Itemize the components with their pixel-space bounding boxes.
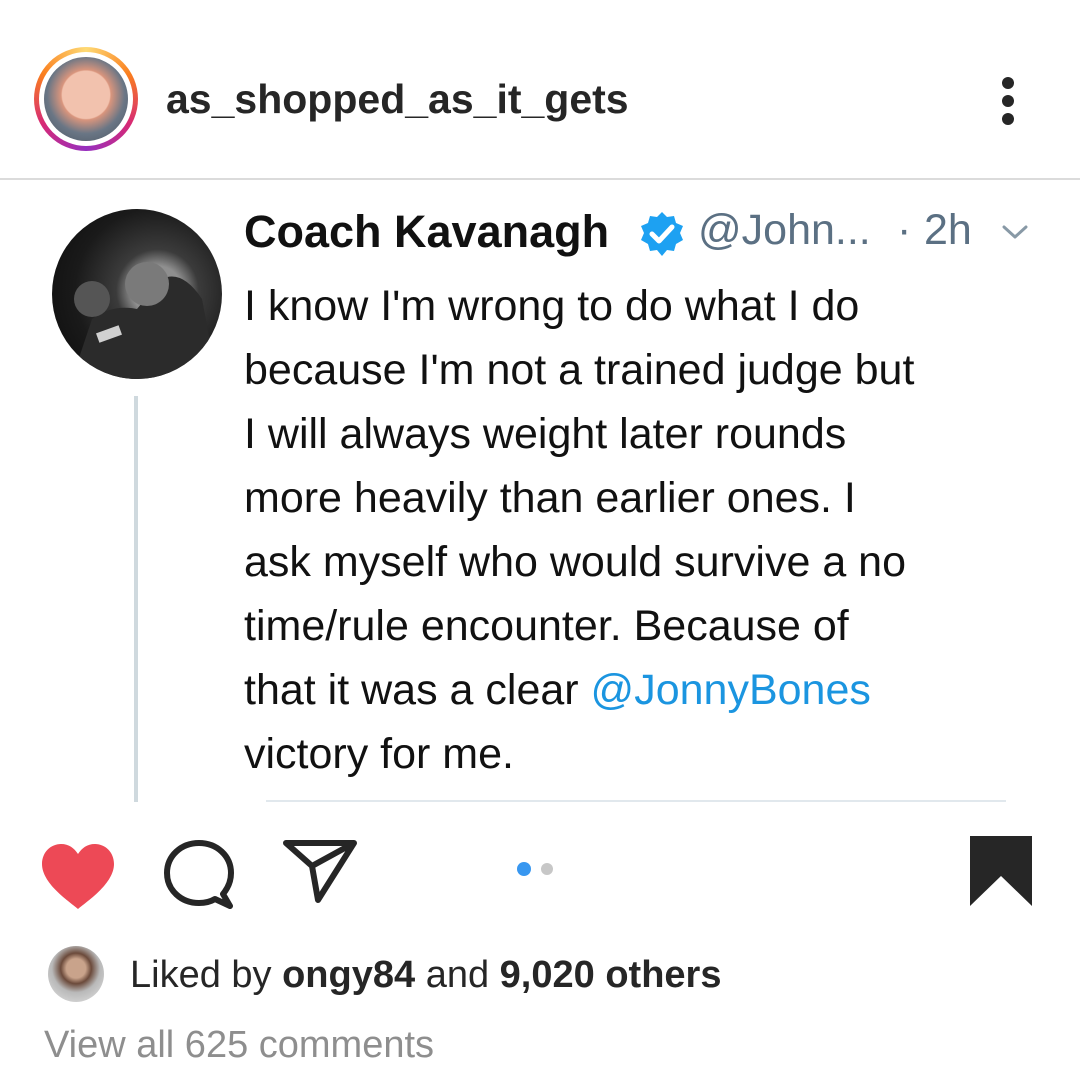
likes-middle: and: [415, 954, 500, 996]
tweet-text: I know I'm wrong to do what I do because…: [244, 274, 1054, 786]
tweet-line: victory for me.: [244, 730, 514, 778]
tweet-line: that it was a clear @JonnyBones: [244, 658, 1054, 722]
tweet-mention: @JonnyBones: [590, 666, 871, 714]
view-all-comments-link[interactable]: View all 625 comments: [44, 1024, 434, 1067]
tweet-line: more heavily than earlier ones. I: [244, 474, 856, 522]
tweet-timestamp: 2h: [924, 206, 972, 254]
comment-button[interactable]: [162, 838, 236, 912]
tweet-line: I know I'm wrong to do what I do: [244, 282, 860, 330]
verified-badge-icon: [638, 210, 686, 258]
tweet-line: time/rule encounter. Because of: [244, 602, 849, 650]
likes-others-count[interactable]: 9,020 others: [500, 954, 722, 996]
bookmark-filled-icon: [970, 836, 1032, 906]
carousel-dot-active: [517, 862, 531, 876]
like-button[interactable]: [40, 843, 116, 911]
likes-prefix: Liked by: [130, 954, 283, 996]
tweet-line: ask myself who would survive a no: [244, 538, 907, 586]
tweet-line-text: that it was a clear: [244, 666, 591, 714]
tweet-author-name: Coach Kavanagh: [244, 206, 610, 257]
tweet-line: I will always weight later rounds: [244, 410, 847, 458]
liker-username[interactable]: ongy84: [282, 954, 415, 996]
chevron-down-icon: [1000, 222, 1030, 242]
header-divider: [0, 178, 1080, 180]
more-options-button[interactable]: [985, 70, 1031, 132]
tweet-author-avatar: [52, 209, 222, 379]
profile-avatar[interactable]: [34, 47, 138, 151]
tweet-separator: ·: [897, 206, 912, 254]
heart-filled-icon: [42, 844, 114, 909]
save-button[interactable]: [968, 834, 1034, 908]
tweet-divider: [266, 800, 1006, 802]
more-vertical-icon: [1002, 77, 1014, 125]
comment-icon: [164, 840, 234, 909]
share-button[interactable]: [282, 838, 358, 904]
liker-avatar[interactable]: [48, 946, 104, 1002]
thread-line: [134, 396, 138, 802]
tweet-handle: @John...: [698, 206, 871, 254]
tweet-line: because I'm not a trained judge but: [244, 346, 915, 394]
avatar-image: [44, 57, 128, 141]
tweet-avatar-photo: [72, 262, 217, 379]
carousel-dot: [541, 863, 553, 875]
post-username[interactable]: as_shopped_as_it_gets: [166, 76, 629, 123]
paper-plane-icon: [283, 840, 357, 903]
avatar-ring-gap: [39, 52, 133, 146]
likes-summary[interactable]: Liked by ongy84 and 9,020 others: [130, 954, 721, 997]
